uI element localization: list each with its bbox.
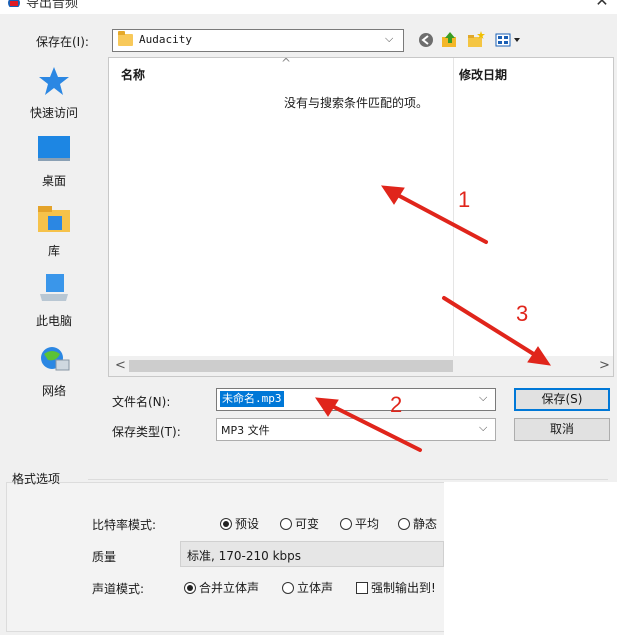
radio-selected-icon	[184, 582, 196, 594]
force-mono-checkbox[interactable]: 强制输出到!	[356, 579, 436, 596]
quality-label: 质量	[92, 550, 117, 564]
cropped-area	[444, 482, 617, 635]
radio-preset[interactable]: 预设	[220, 515, 259, 532]
file-list[interactable]: ^ 名称 修改日期 没有与搜索条件匹配的项。 < >	[108, 56, 614, 377]
scroll-left-icon[interactable]: <	[115, 358, 126, 373]
place-label: 网络	[41, 384, 66, 398]
chevron-down-icon[interactable]: ⌵	[479, 391, 487, 405]
place-label: 快速访问	[29, 106, 78, 120]
view-menu-icon[interactable]	[494, 30, 524, 50]
filetype-value: MP3 文件	[221, 424, 270, 437]
quality-select[interactable]: 标准, 170-210 kbps	[180, 541, 444, 567]
place-label: 库	[47, 244, 60, 258]
horizontal-scrollbar[interactable]: < >	[109, 356, 613, 376]
radio-average[interactable]: 平均	[340, 515, 379, 532]
empty-message: 没有与搜索条件匹配的项。	[284, 96, 429, 110]
new-folder-icon[interactable]	[466, 30, 486, 50]
save-in-label: 保存在(I):	[36, 35, 89, 49]
radio-icon	[398, 518, 410, 530]
chevron-down-icon[interactable]: ⌵	[479, 421, 487, 435]
folder-icon	[118, 31, 133, 46]
sort-indicator-icon: ^	[281, 56, 292, 70]
radio-variable[interactable]: 可变	[280, 515, 319, 532]
save-in-value: Audacity	[139, 33, 192, 46]
save-button[interactable]: 保存(S)	[514, 388, 610, 411]
format-options-title: 格式选项	[12, 472, 61, 486]
radio-joint-stereo[interactable]: 合并立体声	[184, 579, 259, 596]
radio-icon	[282, 582, 294, 594]
place-label: 桌面	[41, 174, 66, 188]
quality-value: 标准, 170-210 kbps	[187, 549, 302, 563]
close-icon[interactable]: ✕	[594, 0, 610, 10]
up-folder-icon[interactable]	[440, 30, 460, 50]
radio-stereo[interactable]: 立体声	[282, 579, 333, 596]
column-header-name[interactable]: 名称	[121, 66, 145, 83]
back-icon[interactable]	[416, 30, 436, 50]
computer-icon	[40, 274, 68, 301]
radio-selected-icon	[220, 518, 232, 530]
library-icon	[38, 206, 70, 232]
audacity-logo-icon	[8, 0, 20, 7]
place-quick-access[interactable]: 快速访问	[6, 64, 102, 124]
filename-label: 文件名(N):	[112, 395, 171, 409]
filename-value[interactable]: 未命名.mp3	[220, 391, 284, 407]
filetype-select[interactable]: MP3 文件 ⌵	[216, 418, 496, 441]
group-divider	[88, 479, 608, 480]
column-divider[interactable]	[453, 58, 454, 356]
radio-icon	[280, 518, 292, 530]
bitrate-mode-label: 比特率模式:	[92, 518, 157, 532]
desktop-icon	[38, 136, 70, 161]
place-network[interactable]: 网络	[6, 342, 102, 398]
places-bar: 快速访问 桌面 库 此电脑 网络	[6, 58, 102, 458]
cancel-button[interactable]: 取消	[514, 418, 610, 441]
chevron-down-icon[interactable]: ⌵	[385, 32, 393, 46]
checkbox-icon	[356, 582, 368, 594]
scroll-right-icon[interactable]: >	[599, 358, 610, 373]
network-icon	[41, 347, 70, 371]
radio-icon	[340, 518, 352, 530]
title-bar: 导出音频 ✕	[0, 0, 617, 14]
window-title: 导出音频	[26, 0, 79, 11]
place-library[interactable]: 库	[6, 202, 102, 258]
place-this-pc[interactable]: 此电脑	[6, 272, 102, 328]
column-header-date-modified[interactable]: 修改日期	[459, 66, 507, 83]
save-in-combobox[interactable]: Audacity ⌵	[112, 29, 404, 52]
star-icon	[39, 67, 69, 95]
place-desktop[interactable]: 桌面	[6, 132, 102, 188]
radio-constant[interactable]: 静态	[398, 515, 437, 532]
scrollbar-thumb[interactable]	[129, 360, 453, 372]
filetype-label: 保存类型(T):	[112, 425, 181, 439]
place-label: 此电脑	[35, 314, 72, 328]
channel-mode-label: 声道模式:	[92, 582, 145, 596]
filename-input[interactable]: 未命名.mp3 ⌵	[216, 388, 496, 411]
